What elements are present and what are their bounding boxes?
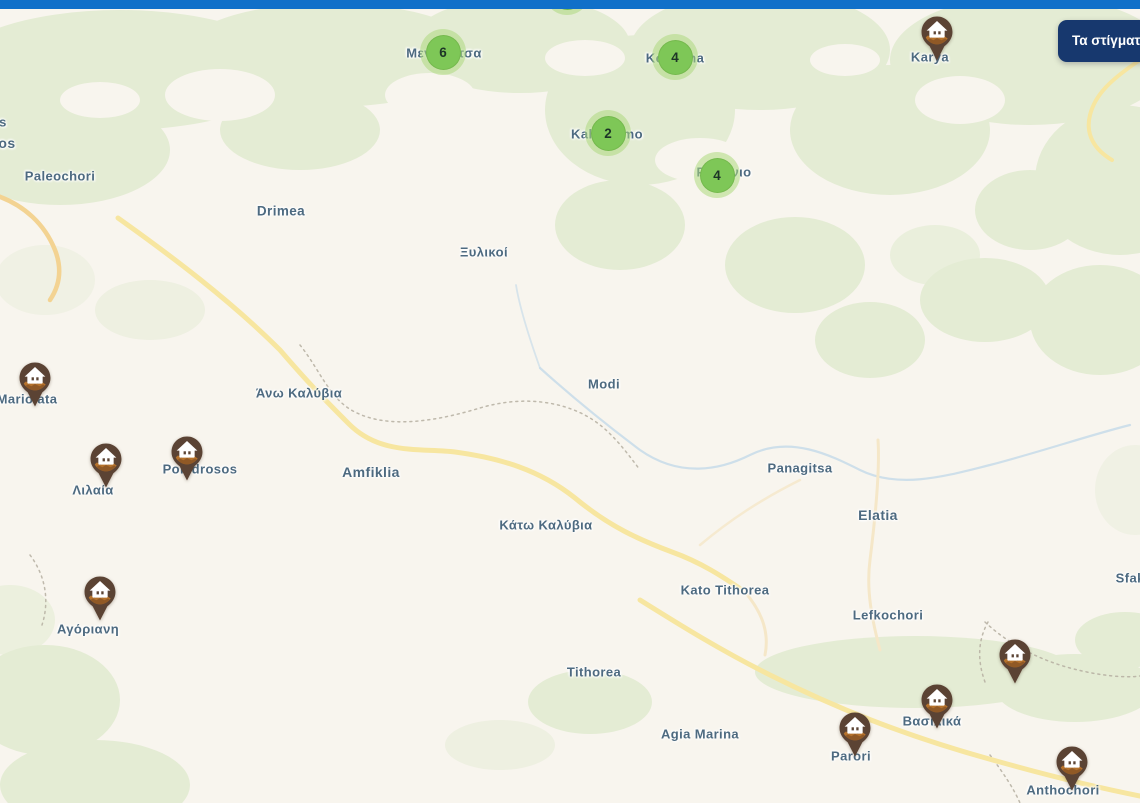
house-pin-icon — [997, 638, 1033, 685]
map-tooltip-text: Τα στίγματα τα — [1072, 33, 1140, 48]
house-pin-icon — [169, 435, 205, 482]
village-pin-lilaia[interactable] — [88, 442, 124, 489]
village-pin-parori[interactable] — [837, 711, 873, 758]
village-pin-karya[interactable] — [919, 15, 955, 62]
village-pin-polydrosos[interactable] — [169, 435, 205, 482]
village-pin-vasilika[interactable] — [919, 683, 955, 730]
top-bar — [0, 0, 1140, 9]
house-pin-icon — [17, 361, 53, 408]
village-pin-mariolata[interactable] — [17, 361, 53, 408]
house-pin-icon — [1054, 745, 1090, 792]
map-tooltip: Τα στίγματα τα — [1058, 20, 1140, 62]
house-pin-icon — [919, 15, 955, 62]
house-pin-icon — [82, 575, 118, 622]
house-pin-icon — [837, 711, 873, 758]
village-pins-layer — [0, 0, 1140, 803]
house-pin-icon — [919, 683, 955, 730]
map-canvas[interactable]: s os Paleochori Drimea Ξυλικοί Άνω Καλύβια Mod… — [0, 0, 1140, 803]
village-pin-anthochori[interactable] — [1054, 745, 1090, 792]
village-pin-agoriani[interactable] — [82, 575, 118, 622]
village-pin-unlabeled[interactable] — [997, 638, 1033, 685]
house-pin-icon — [88, 442, 124, 489]
